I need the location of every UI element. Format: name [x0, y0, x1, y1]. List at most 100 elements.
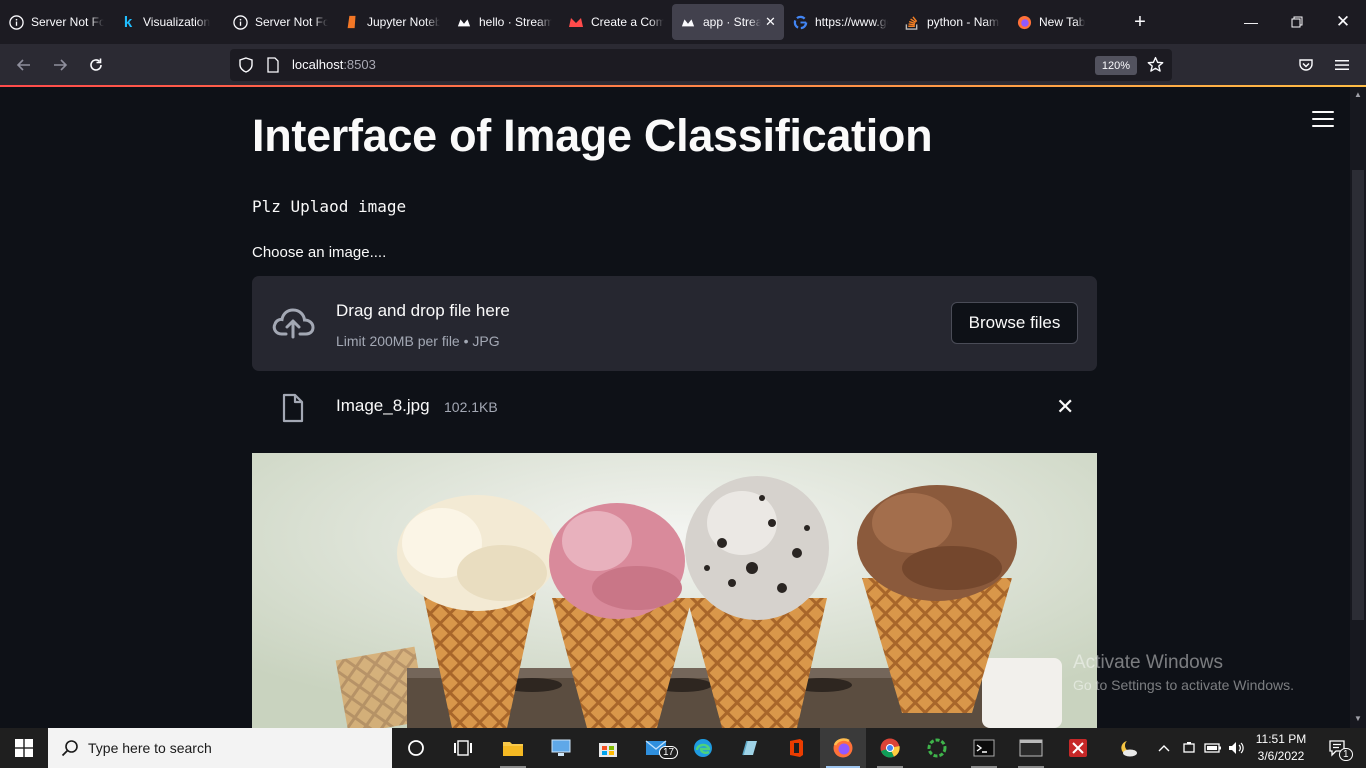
- firefox-taskbar-button[interactable]: [820, 728, 866, 768]
- clock-time: 11:51 PM: [1255, 732, 1307, 746]
- battery-icon[interactable]: [1202, 728, 1224, 768]
- scrollbar-thumb[interactable]: [1352, 170, 1364, 620]
- close-tab-icon[interactable]: ✕: [765, 14, 776, 30]
- url-text[interactable]: localhost:8503: [292, 57, 376, 72]
- search-placeholder: Type here to search: [88, 740, 212, 756]
- weather-tray-icon[interactable]: [1113, 728, 1143, 768]
- taskbar-clock[interactable]: 11:51 PM 3/6/2022: [1252, 731, 1310, 765]
- streamlit-main-menu-button[interactable]: [1312, 111, 1334, 129]
- activate-windows-watermark: Activate Windows Go to Settings to activ…: [1073, 652, 1294, 693]
- google-icon: [792, 14, 808, 30]
- url-port: :8503: [343, 57, 376, 72]
- minimize-window-button[interactable]: —: [1228, 0, 1274, 44]
- cortana-icon: [408, 740, 424, 756]
- notification-count-badge: 1: [1339, 748, 1353, 761]
- close-window-button[interactable]: ✕: [1320, 0, 1366, 44]
- firefox-icon: [833, 738, 853, 758]
- info-icon: [8, 14, 24, 30]
- url-host: localhost: [292, 57, 344, 72]
- scroll-down-arrow-icon[interactable]: ▼: [1353, 713, 1363, 723]
- tab-server-not-found-2[interactable]: Server Not Found: [224, 4, 336, 40]
- action-center-button[interactable]: 1: [1318, 728, 1358, 768]
- file-icon: [282, 393, 304, 423]
- hamburger-menu-icon: [1335, 60, 1349, 70]
- terminal-icon: [973, 739, 995, 757]
- tab-visualization[interactable]: k Visualization: [112, 4, 224, 40]
- tab-title: python - Name: [927, 15, 1000, 29]
- device-tray-icon[interactable]: [1180, 728, 1198, 768]
- volume-icon[interactable]: [1227, 728, 1247, 768]
- tab-python-stackoverflow[interactable]: python - Name: [896, 4, 1008, 40]
- cortana-button[interactable]: [393, 728, 439, 768]
- start-button[interactable]: [0, 728, 48, 768]
- tab-jupyter[interactable]: Jupyter Notebook: [336, 4, 448, 40]
- terminal-button[interactable]: [961, 728, 1007, 768]
- tab-title: Server Not Found: [31, 15, 104, 29]
- moon-cloud-icon: [1121, 741, 1137, 757]
- arrow-left-icon: [16, 59, 30, 71]
- paint-3d-button[interactable]: [726, 728, 772, 768]
- pocket-button[interactable]: [1291, 50, 1321, 80]
- show-hidden-icons-chevron-icon[interactable]: [1155, 728, 1173, 768]
- pocket-icon: [1299, 59, 1313, 71]
- browser-nav-bar: localhost:8503 120%: [0, 44, 1366, 86]
- tab-title: New Tab: [1039, 15, 1086, 29]
- remove-file-icon[interactable]: ✕: [1056, 394, 1074, 420]
- watermark-title: Activate Windows: [1073, 652, 1223, 673]
- snipping-tool-button[interactable]: [1055, 728, 1101, 768]
- firefox-icon: [1016, 14, 1032, 30]
- app-menu-button[interactable]: [1327, 50, 1357, 80]
- monitor-icon: [551, 739, 571, 756]
- mail-button[interactable]: 17: [634, 728, 680, 768]
- reload-icon: [90, 58, 102, 71]
- tab-app-streamlit[interactable]: app · Streamlit ✕: [672, 4, 784, 40]
- back-button[interactable]: [9, 50, 39, 80]
- shield-icon[interactable]: [238, 57, 254, 78]
- taskbar-search-box[interactable]: Type here to search: [48, 728, 392, 768]
- command-prompt-button[interactable]: [1008, 728, 1054, 768]
- office-icon: [790, 739, 803, 757]
- browser-tab-strip: Server Not Found k Visualization Server …: [0, 0, 1366, 44]
- restore-window-button[interactable]: [1274, 0, 1320, 44]
- tab-server-not-found-1[interactable]: Server Not Found: [0, 4, 112, 40]
- tab-google[interactable]: https://www.google.com: [784, 4, 896, 40]
- tab-hello-streamlit[interactable]: hello · Streamlit: [448, 4, 560, 40]
- control-panel-button[interactable]: [538, 728, 584, 768]
- office-button[interactable]: [773, 728, 819, 768]
- task-view-button[interactable]: [440, 728, 486, 768]
- edge-button[interactable]: [680, 728, 726, 768]
- uploaded-file-name: Image_8.jpg: [336, 396, 430, 415]
- url-bar[interactable]: localhost:8503 120%: [230, 49, 1172, 81]
- upload-instruction-text: Plz Uplaod image: [252, 197, 407, 216]
- clock-date: 3/6/2022: [1257, 749, 1305, 763]
- jupyter-taskbar-button[interactable]: [914, 728, 960, 768]
- restore-icon: [1291, 16, 1303, 28]
- bookmark-star-icon[interactable]: [1147, 56, 1164, 78]
- forward-button[interactable]: [45, 50, 75, 80]
- tab-title: https://www.google.com: [815, 15, 888, 29]
- file-dropzone[interactable]: Drag and drop file here Limit 200MB per …: [252, 276, 1097, 371]
- tab-title: app · Streamlit: [703, 15, 761, 29]
- dropzone-limits: Limit 200MB per file • JPG: [336, 333, 500, 349]
- file-explorer-button[interactable]: [490, 728, 536, 768]
- tab-title: Visualization: [143, 15, 211, 29]
- zoom-level-badge[interactable]: 120%: [1095, 56, 1137, 75]
- streamlit-icon: [456, 14, 472, 30]
- tab-title: hello · Streamlit: [479, 15, 552, 29]
- page-title: Interface of Image Classification: [252, 110, 933, 161]
- tab-title: Create a Component: [591, 15, 664, 29]
- new-tab-button[interactable]: +: [1120, 4, 1160, 40]
- chrome-button[interactable]: [867, 728, 913, 768]
- mail-unread-badge: 17: [659, 746, 679, 759]
- page-info-icon[interactable]: [266, 57, 280, 78]
- browse-files-button[interactable]: Browse files: [951, 302, 1078, 344]
- tab-create-component[interactable]: Create a Component: [560, 4, 672, 40]
- microsoft-store-button[interactable]: [585, 728, 631, 768]
- reload-button[interactable]: [81, 50, 111, 80]
- scroll-up-arrow-icon[interactable]: ▲: [1353, 89, 1363, 99]
- windows-taskbar: Type here to search 17 11:51 PM 3/6/2022…: [0, 728, 1366, 768]
- uploaded-file-size: 102.1KB: [444, 399, 498, 415]
- uploader-label: Choose an image....: [252, 244, 387, 261]
- tab-new-tab[interactable]: New Tab: [1008, 4, 1120, 40]
- search-icon: [61, 740, 78, 757]
